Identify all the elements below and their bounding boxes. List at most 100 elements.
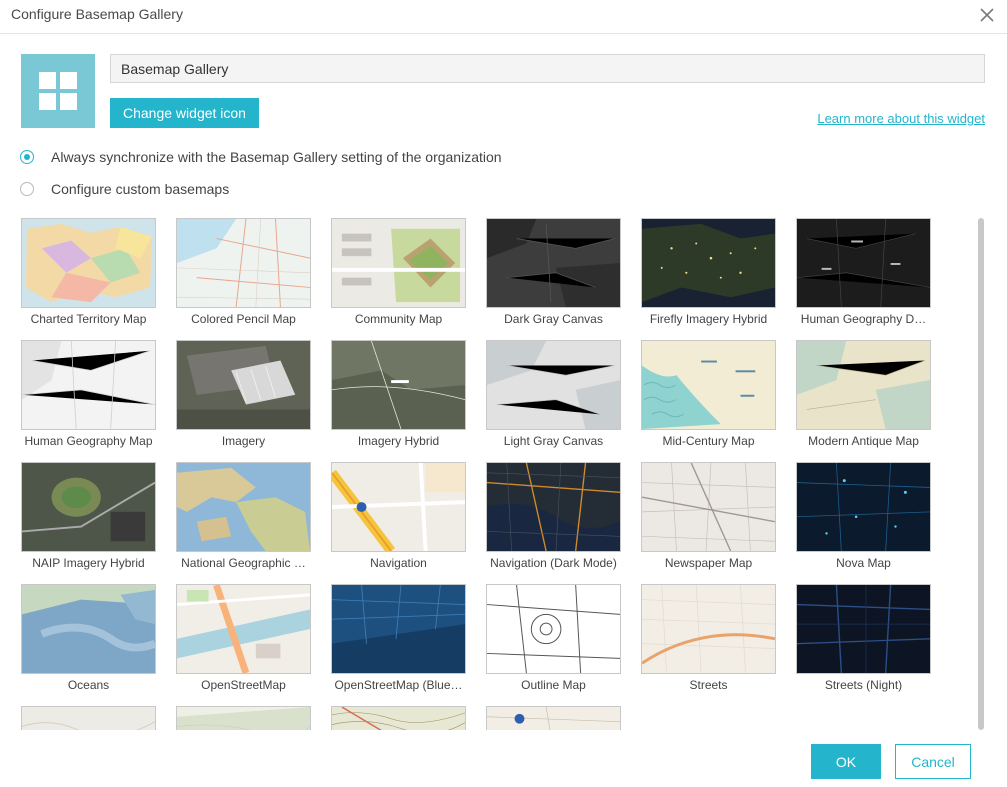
basemap-thumbnail[interactable] [331, 218, 466, 308]
basemap-item[interactable]: OpenStreetMap [176, 584, 311, 696]
basemap-label: Oceans [67, 678, 110, 692]
basemap-item[interactable]: Streets (Night) [796, 584, 931, 696]
basemap-thumbnail[interactable] [331, 584, 466, 674]
basemap-label: OpenStreetMap [201, 678, 286, 692]
ok-button[interactable]: OK [811, 744, 881, 779]
radio-unselected[interactable] [20, 182, 34, 196]
basemap-item[interactable]: Human Geography D… [796, 218, 931, 330]
basemap-label: OpenStreetMap (Blue… [334, 678, 463, 692]
basemap-thumbnail[interactable] [486, 340, 621, 430]
scrollbar-thumb[interactable] [978, 218, 984, 730]
basemap-label: Light Gray Canvas [503, 434, 604, 448]
basemap-item[interactable]: Outline Map [486, 584, 621, 696]
radio-selected[interactable] [20, 150, 34, 164]
basemap-label: Newspaper Map [664, 556, 753, 570]
basemap-label: Modern Antique Map [808, 434, 919, 448]
basemap-thumbnail[interactable] [21, 706, 156, 730]
basemap-thumbnail[interactable] [641, 340, 776, 430]
basemap-item[interactable]: Oceans [21, 584, 156, 696]
basemap-item[interactable]: National Geographic … [176, 462, 311, 574]
learn-more-link[interactable]: Learn more about this widget [817, 111, 985, 126]
basemap-thumbnail[interactable] [641, 584, 776, 674]
basemap-thumbnail[interactable] [21, 584, 156, 674]
basemap-thumbnail[interactable] [796, 218, 931, 308]
basemap-thumbnail[interactable] [486, 218, 621, 308]
basemap-item[interactable]: Dark Gray Canvas [486, 218, 621, 330]
basemap-thumbnail[interactable] [331, 340, 466, 430]
basemap-item[interactable]: Streets [641, 584, 776, 696]
sync-organization-option[interactable]: Always synchronize with the Basemap Gall… [20, 147, 502, 167]
basemap-label: Imagery Hybrid [357, 434, 440, 448]
basemap-thumbnail[interactable] [176, 462, 311, 552]
basemap-item[interactable]: Community Map [331, 218, 466, 330]
basemap-thumbnail[interactable] [21, 218, 156, 308]
basemap-item[interactable]: Human Geography Map [21, 340, 156, 452]
basemap-item[interactable]: Navigation [331, 462, 466, 574]
grid-icon [39, 72, 77, 110]
basemap-label: Streets [689, 678, 728, 692]
widget-icon-preview [21, 54, 95, 128]
basemap-item[interactable]: Firefly Imagery Hybrid [641, 218, 776, 330]
basemap-label: Nova Map [836, 556, 891, 570]
change-widget-icon-button[interactable]: Change widget icon [110, 98, 259, 128]
basemap-label: Firefly Imagery Hybrid [649, 312, 768, 326]
close-icon[interactable] [976, 4, 998, 26]
basemap-thumbnail[interactable] [486, 584, 621, 674]
basemap-thumbnail[interactable] [176, 706, 311, 730]
basemap-gallery: Charted Territory Map Colored Pencil Map C… [21, 218, 951, 730]
option-label: Configure custom basemaps [51, 181, 230, 197]
basemap-item[interactable]: Navigation (Dark Mode) [486, 462, 621, 574]
basemap-thumbnail[interactable] [21, 462, 156, 552]
basemap-label: National Geographic … [181, 556, 306, 570]
basemap-label: NAIP Imagery Hybrid [32, 556, 145, 570]
basemap-item[interactable] [21, 706, 156, 730]
basemap-thumbnail[interactable] [486, 706, 621, 730]
dialog-titlebar: Configure Basemap Gallery [0, 0, 1007, 34]
basemap-thumbnail[interactable] [796, 340, 931, 430]
basemap-label: Human Geography D… [800, 312, 927, 326]
basemap-thumbnail[interactable] [796, 584, 931, 674]
basemap-thumbnail[interactable] [331, 462, 466, 552]
basemap-thumbnail[interactable] [796, 462, 931, 552]
basemap-item[interactable]: Modern Antique Map [796, 340, 931, 452]
basemap-label: Streets (Night) [824, 678, 903, 692]
basemap-thumbnail[interactable] [21, 340, 156, 430]
basemap-label: Navigation [370, 556, 427, 570]
basemap-thumbnail[interactable] [641, 218, 776, 308]
custom-basemaps-option[interactable]: Configure custom basemaps [20, 179, 229, 199]
basemap-label: Mid-Century Map [662, 434, 755, 448]
basemap-item[interactable]: Mid-Century Map [641, 340, 776, 452]
cancel-button[interactable]: Cancel [895, 744, 971, 779]
basemap-label: Community Map [354, 312, 443, 326]
widget-name-input[interactable] [110, 54, 985, 83]
basemap-item[interactable]: Colored Pencil Map [176, 218, 311, 330]
basemap-item[interactable]: OpenStreetMap (Blue… [331, 584, 466, 696]
basemap-item[interactable]: Charted Territory Map [21, 218, 156, 330]
basemap-item[interactable] [486, 706, 621, 730]
dialog-title: Configure Basemap Gallery [11, 6, 183, 22]
basemap-label: Dark Gray Canvas [504, 312, 603, 326]
basemap-item[interactable]: Imagery [176, 340, 311, 452]
basemap-item[interactable]: Light Gray Canvas [486, 340, 621, 452]
basemap-thumbnail[interactable] [486, 462, 621, 552]
basemap-label: Imagery [221, 434, 266, 448]
basemap-label: Charted Territory Map [30, 312, 147, 326]
basemap-thumbnail[interactable] [641, 462, 776, 552]
configure-basemap-dialog: Configure Basemap Gallery Change widget … [0, 0, 1007, 787]
basemap-item[interactable] [331, 706, 466, 730]
basemap-item[interactable]: NAIP Imagery Hybrid [21, 462, 156, 574]
basemap-label: Navigation (Dark Mode) [490, 556, 617, 570]
basemap-item[interactable]: Imagery Hybrid [331, 340, 466, 452]
basemap-item[interactable]: Newspaper Map [641, 462, 776, 574]
basemap-item[interactable]: Nova Map [796, 462, 931, 574]
basemap-thumbnail[interactable] [176, 218, 311, 308]
basemap-thumbnail[interactable] [331, 706, 466, 730]
basemap-item[interactable] [176, 706, 311, 730]
basemap-thumbnail[interactable] [176, 584, 311, 674]
basemap-label: Human Geography Map [24, 434, 153, 448]
basemap-thumbnail[interactable] [176, 340, 311, 430]
basemap-label: Outline Map [521, 678, 586, 692]
option-label: Always synchronize with the Basemap Gall… [51, 149, 502, 165]
gallery-scrollbar[interactable] [978, 218, 985, 730]
basemap-label: Colored Pencil Map [191, 312, 296, 326]
